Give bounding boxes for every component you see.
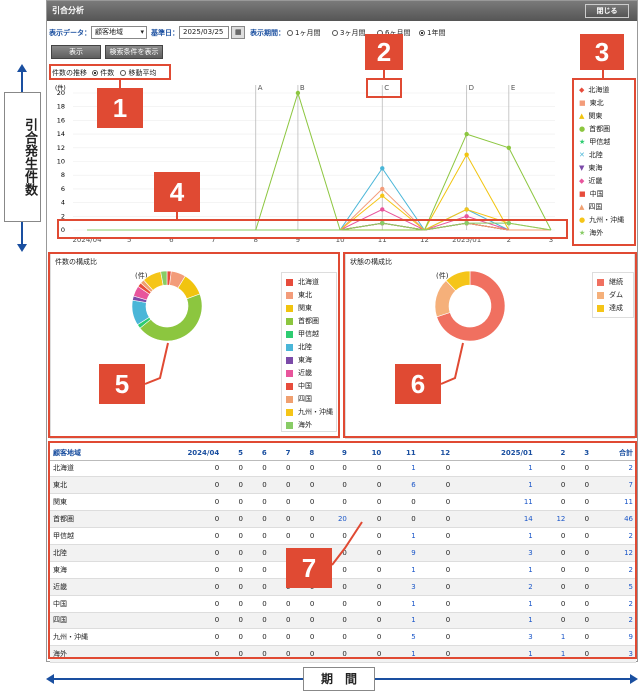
connector-7 <box>331 521 363 566</box>
connector-5 <box>144 342 169 385</box>
connector-6 <box>440 342 464 385</box>
callout-connectors <box>119 70 604 566</box>
